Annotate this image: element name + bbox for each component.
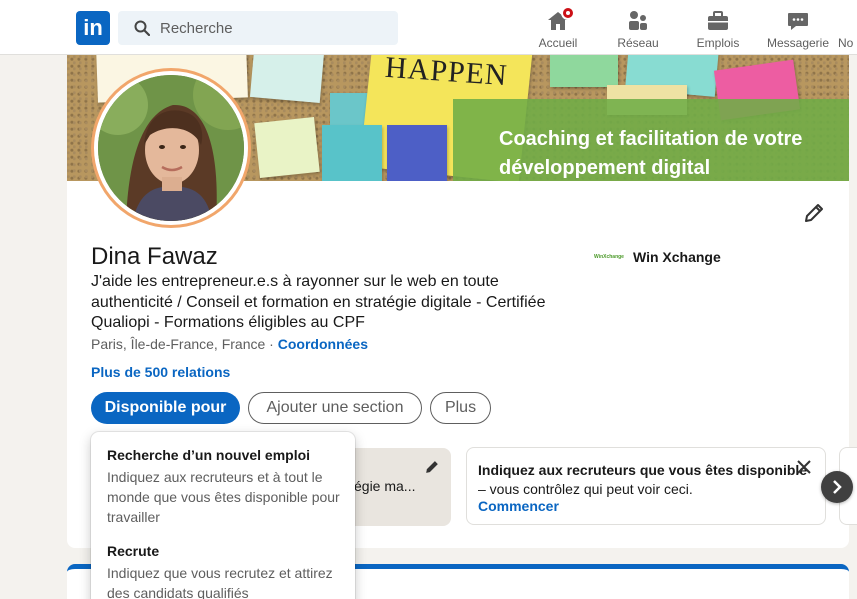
info-card-title: Indiquez aux recruteurs que vous êtes di… <box>478 462 808 478</box>
banner-tagline-line1: Coaching et facilitation de votre <box>499 128 803 150</box>
home-icon <box>518 7 598 33</box>
network-icon <box>598 7 678 33</box>
company-name: Win Xchange <box>633 249 721 265</box>
search-bar[interactable] <box>118 11 398 45</box>
avatar[interactable] <box>94 71 248 225</box>
more-button[interactable]: Plus <box>430 392 491 424</box>
banner-tagline-line2: développement digital <box>499 157 711 179</box>
sticky-note <box>322 125 382 181</box>
chevron-right-icon <box>833 480 842 494</box>
profile-name: Dina Fawaz <box>91 243 218 270</box>
available-for-dropdown: Recherche d’un nouvel emploi Indiquez au… <box>91 432 355 599</box>
start-link[interactable]: Commencer <box>478 498 559 514</box>
nav-network[interactable]: Réseau <box>598 7 678 50</box>
notification-badge <box>561 6 575 20</box>
dropdown-item-desc: Indiquez que vous recrutez et attirez de… <box>107 565 333 599</box>
available-for-button[interactable]: Disponible pour <box>91 392 240 424</box>
edit-card-icon[interactable] <box>424 459 440 480</box>
messaging-icon <box>758 7 838 33</box>
nav-label: Emplois <box>696 36 740 50</box>
profile-location: Paris, Île-de-France, France · Coordonné… <box>91 336 368 352</box>
briefcase-icon <box>678 7 758 33</box>
location-text: Paris, Île-de-France, France <box>91 336 266 352</box>
dropdown-item-hiring[interactable]: Recrute Indiquez que vous recrutez et at… <box>107 543 345 599</box>
dropdown-item-title: Recherche d’un nouvel emploi <box>107 447 311 463</box>
connections-link[interactable]: Plus de 500 relations <box>91 364 230 380</box>
nav-notifications[interactable]: No <box>838 7 857 50</box>
search-input[interactable] <box>160 19 380 37</box>
sticky-note <box>550 55 618 87</box>
nav-home[interactable]: Accueil <box>518 6 598 50</box>
close-icon[interactable] <box>797 460 811 479</box>
nav-messaging[interactable]: Messagerie <box>758 7 838 50</box>
nav-label: No <box>838 36 854 50</box>
banner-tagline: Coaching et facilitation de votre dévelo… <box>499 125 839 181</box>
sticky-note <box>254 117 320 178</box>
dropdown-item-desc: Indiquez aux recruteurs et à tout le mon… <box>107 469 340 525</box>
recruiter-info-card: Indiquez aux recruteurs que vous êtes di… <box>466 447 826 525</box>
current-company[interactable]: WinXchange Win Xchange <box>594 249 721 265</box>
company-logo: WinXchange <box>594 254 624 260</box>
nav-label: Réseau <box>617 36 659 50</box>
sticky-note <box>249 55 325 103</box>
add-section-button[interactable]: Ajouter une section <box>248 392 422 424</box>
info-card-subtitle: – vous contrôlez qui peut voir ceci. <box>478 481 693 497</box>
notifications-icon <box>838 7 857 33</box>
open-to-card-text: égie ma... <box>354 478 416 494</box>
location-separator: · <box>265 336 278 352</box>
nav-label: Messagerie <box>766 36 830 50</box>
sticky-note <box>387 125 447 181</box>
linkedin-logo[interactable]: in <box>76 11 110 45</box>
edit-profile-icon[interactable] <box>803 202 825 229</box>
dropdown-item-job-search[interactable]: Recherche d’un nouvel emploi Indiquez au… <box>107 447 345 527</box>
contact-info-link[interactable]: Coordonnées <box>278 336 368 352</box>
top-nav: in Accueil Réseau Emplois Messagerie No <box>0 0 857 55</box>
nav-jobs[interactable]: Emplois <box>678 7 758 50</box>
nav-label: Accueil <box>538 36 578 50</box>
dropdown-item-title: Recrute <box>107 543 160 559</box>
search-icon <box>134 20 150 36</box>
profile-headline: J'aide les entrepreneur.e.s à rayonner s… <box>91 273 546 331</box>
carousel-next-button[interactable] <box>821 471 853 503</box>
